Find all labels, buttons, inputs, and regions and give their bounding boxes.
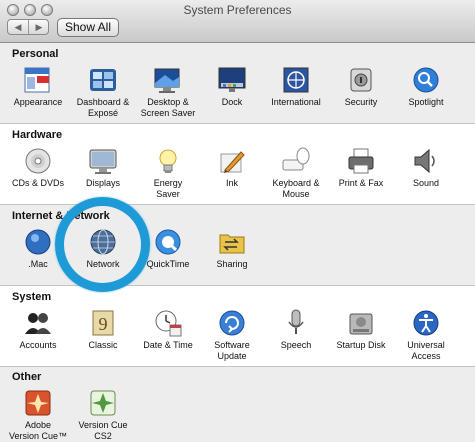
date-time-icon	[153, 308, 183, 338]
international-icon	[281, 65, 311, 95]
speech-icon	[281, 308, 311, 338]
section-title-hardware: Hardware	[12, 129, 63, 141]
spotlight-icon	[411, 65, 441, 95]
section-title-personal: Personal	[12, 48, 59, 60]
classic-icon: 9	[88, 308, 118, 338]
network-icon	[88, 227, 118, 257]
startup-disk-icon	[346, 308, 376, 338]
section-other: Other Adobe Version Cue™ Version Cue CS2	[0, 367, 475, 442]
pref-label: Version Cue CS2	[78, 420, 128, 441]
appearance-icon	[23, 65, 53, 95]
software-update-icon	[217, 308, 247, 338]
dashboard-expose-icon	[88, 65, 118, 95]
pref-label: Universal Access	[407, 340, 445, 361]
system-preferences-window: System Preferences ◀ ▶ Show All Personal…	[0, 0, 475, 442]
version-cue-cs2-icon	[88, 388, 118, 418]
energy-saver-icon	[153, 146, 183, 176]
section-hardware: Hardware CDs & DVDs Displays Energy Save…	[0, 124, 475, 204]
section-internet-network: Internet & Network .Mac Network QuickTim…	[0, 205, 475, 285]
back-forward-control: ◀ ▶	[7, 19, 49, 35]
pref-label: Sound	[412, 178, 440, 188]
section-personal: Personal Appearance Dashboard & Exposé D…	[0, 43, 475, 123]
cds-dvds-icon	[23, 146, 53, 176]
title-bar: System Preferences ◀ ▶ Show All	[0, 0, 475, 43]
dotmac-icon	[23, 227, 53, 257]
section-title-other: Other	[12, 371, 42, 383]
desktop-screensaver-icon	[153, 65, 183, 95]
sound-icon	[411, 146, 441, 176]
ink-icon	[217, 146, 247, 176]
adobe-version-cue-icon	[23, 388, 53, 418]
quicktime-icon	[153, 227, 183, 257]
pref-label: Spotlight	[408, 97, 444, 107]
displays-icon	[88, 146, 118, 176]
sharing-icon	[217, 227, 247, 257]
show-all-button[interactable]: Show All	[57, 18, 119, 37]
section-title-system: System	[12, 291, 52, 303]
back-button[interactable]: ◀	[8, 20, 28, 34]
forward-button[interactable]: ▶	[29, 20, 48, 34]
keyboard-mouse-icon	[281, 146, 311, 176]
svg-text:9: 9	[99, 314, 108, 334]
pref-label: Sharing	[216, 259, 248, 269]
universal-access-icon	[411, 308, 441, 338]
window-title: System Preferences	[183, 3, 292, 17]
section-system: System Accounts 9 Classic Date & Time So…	[0, 286, 475, 366]
section-title-internet-network: Internet & Network	[12, 210, 110, 222]
accounts-icon	[23, 308, 53, 338]
print-fax-icon	[346, 146, 376, 176]
dock-icon	[217, 65, 247, 95]
security-icon	[346, 65, 376, 95]
